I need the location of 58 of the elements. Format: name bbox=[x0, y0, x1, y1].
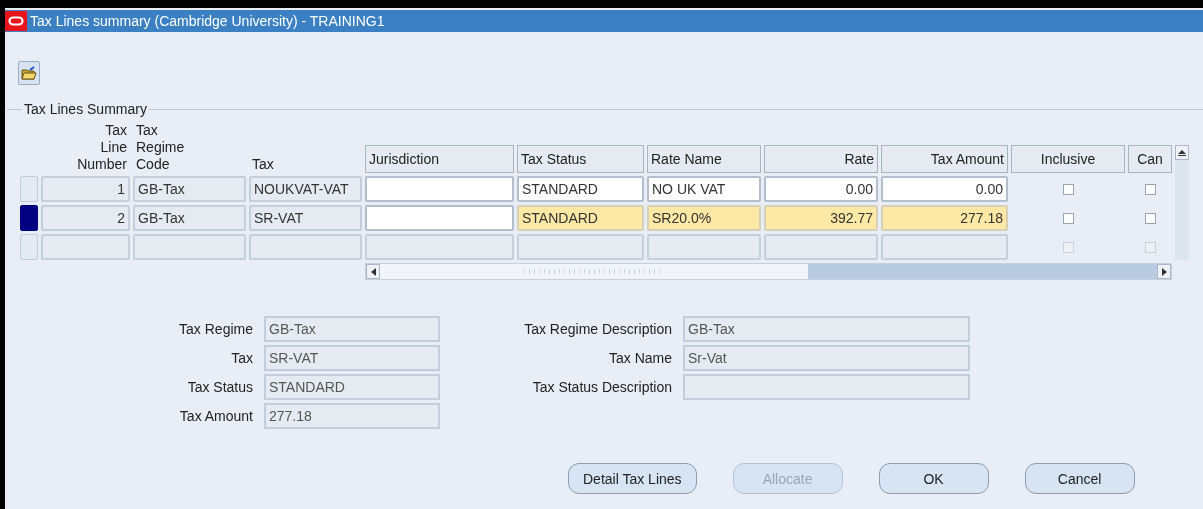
checkbox[interactable] bbox=[1144, 212, 1156, 224]
dialog-button[interactable]: Cancel bbox=[1024, 463, 1135, 494]
table-cell[interactable]: 392.77 bbox=[764, 205, 878, 231]
table-cell: 1 bbox=[41, 176, 130, 202]
readonly-field[interactable] bbox=[683, 374, 970, 400]
column-header[interactable]: Inclusive bbox=[1011, 145, 1125, 173]
scroll-right-icon[interactable] bbox=[1161, 267, 1167, 276]
table-cell[interactable]: STANDARD bbox=[517, 176, 644, 202]
column-header[interactable]: Tax Status bbox=[517, 145, 644, 173]
column-header[interactable]: Rate Name bbox=[647, 145, 761, 173]
column-header: Tax Regime Code bbox=[135, 122, 186, 173]
column-header: Tax bbox=[251, 156, 275, 173]
table-cell[interactable]: STANDARD bbox=[517, 205, 644, 231]
field-label: Tax Regime bbox=[178, 321, 253, 337]
scroll-left-icon[interactable] bbox=[370, 267, 376, 276]
table-cell[interactable]: SR20.0% bbox=[647, 205, 761, 231]
checkbox[interactable] bbox=[1062, 183, 1074, 195]
horizontal-scrollbar[interactable] bbox=[365, 263, 1172, 280]
readonly-field[interactable]: Sr-Vat bbox=[683, 345, 970, 371]
scroll-up-icon[interactable] bbox=[1178, 149, 1186, 156]
column-header[interactable]: Tax Amount bbox=[881, 145, 1008, 173]
readonly-field[interactable]: STANDARD bbox=[264, 374, 440, 400]
table-cell[interactable] bbox=[365, 176, 514, 202]
table-cell[interactable]: 0.00 bbox=[764, 176, 878, 202]
field-label: Tax Status bbox=[186, 379, 253, 395]
column-header: Tax Line Number bbox=[76, 122, 128, 173]
column-header[interactable]: Can bbox=[1128, 145, 1172, 173]
table-cell[interactable] bbox=[365, 205, 514, 231]
dialog-button[interactable]: OK bbox=[878, 463, 989, 494]
readonly-field[interactable]: GB-Tax bbox=[264, 316, 440, 342]
readonly-field[interactable]: SR-VAT bbox=[264, 345, 440, 371]
field-label: Tax Regime Description bbox=[523, 321, 672, 337]
table-cell[interactable]: 0.00 bbox=[881, 176, 1008, 202]
dialog-button[interactable]: Detail Tax Lines bbox=[568, 463, 697, 494]
folder-icon bbox=[21, 66, 37, 80]
table-cell: SR-VAT bbox=[249, 205, 362, 231]
vertical-scrollbar[interactable] bbox=[1175, 145, 1189, 260]
column-header[interactable]: Rate bbox=[764, 145, 878, 173]
readonly-field[interactable]: 277.18 bbox=[264, 403, 440, 429]
checkbox[interactable] bbox=[1062, 212, 1074, 224]
table-cell: NOUKVAT-VAT bbox=[249, 176, 362, 202]
open-folder-button[interactable] bbox=[18, 61, 40, 85]
field-label: Tax Amount bbox=[178, 408, 253, 424]
app-logo-icon bbox=[5, 11, 27, 31]
table-cell: GB-Tax bbox=[133, 205, 246, 231]
group-title: Tax Lines Summary bbox=[22, 101, 149, 117]
table-cell[interactable]: 277.18 bbox=[881, 205, 1008, 231]
table-cell: 2 bbox=[41, 205, 130, 231]
field-label: Tax bbox=[230, 350, 253, 366]
checkbox[interactable] bbox=[1144, 183, 1156, 195]
readonly-field[interactable]: GB-Tax bbox=[683, 316, 970, 342]
field-label: Tax Status Description bbox=[531, 379, 672, 395]
column-header[interactable]: Jurisdiction bbox=[365, 145, 514, 173]
row-selector[interactable] bbox=[20, 205, 38, 231]
window-title: Tax Lines summary (Cambridge University) - TRAINING1 bbox=[30, 13, 385, 29]
table-cell: GB-Tax bbox=[133, 176, 246, 202]
field-label: Tax Name bbox=[607, 350, 672, 366]
table-cell[interactable]: NO UK VAT bbox=[647, 176, 761, 202]
